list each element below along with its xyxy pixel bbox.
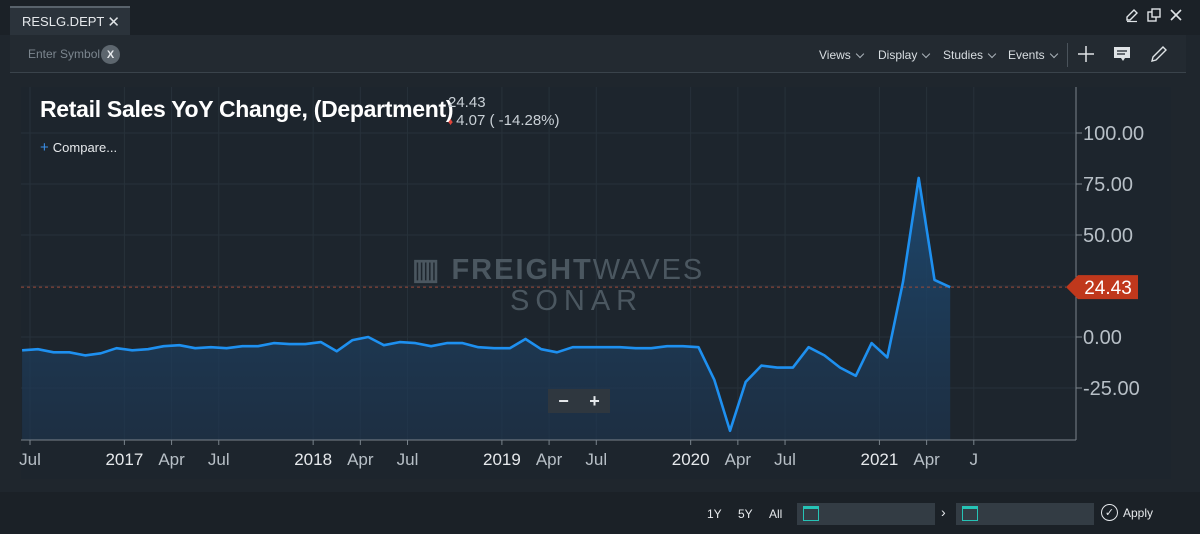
y-tick-label: 75.00: [1083, 174, 1133, 196]
compare-label: Compare...: [52, 140, 118, 155]
check-icon: ✓: [1101, 504, 1118, 521]
price-tag-value: 24.43: [1084, 278, 1132, 299]
x-tick-label: Jul: [208, 450, 230, 469]
x-tick-label: Apr: [158, 450, 185, 469]
x-tick-label: 2019: [483, 450, 521, 469]
series-area: [22, 177, 951, 440]
x-tick-label: 2021: [861, 450, 899, 469]
range-bar: 1Y 5Y All › ✓ Apply: [0, 492, 1200, 534]
compare-button[interactable]: + Compare...: [40, 139, 117, 156]
down-arrow-icon: ♦: [448, 117, 454, 128]
y-tick-label: -25.00: [1083, 378, 1140, 400]
x-tick-label: Jul: [774, 450, 796, 469]
calendar-icon: [803, 506, 819, 521]
chart-title: Retail Sales YoY Change, (Department): [40, 96, 454, 122]
calendar-icon: [962, 506, 978, 521]
y-tick-label: 50.00: [1083, 225, 1133, 247]
chevron-right-icon: ›: [941, 504, 946, 520]
range-all-button[interactable]: All: [769, 507, 782, 521]
start-date-field[interactable]: [797, 503, 935, 525]
x-tick-label: Apr: [913, 450, 940, 469]
range-5y-button[interactable]: 5Y: [738, 507, 753, 521]
x-tick-label: Jul: [397, 450, 419, 469]
change-text: 4.07 ( -14.28%): [456, 112, 560, 129]
x-tick-label: Apr: [725, 450, 752, 469]
last-value: 24.43: [448, 94, 486, 111]
x-axis-ticks: Jul 2017 Apr Jul 2018 Apr Jul 2019 Apr Jul 2020 Apr…: [19, 440, 978, 469]
x-tick-label: Apr: [347, 450, 374, 469]
zoom-controls: − +: [548, 389, 610, 413]
y-tick-label: 0.00: [1083, 327, 1122, 349]
price-tag: 24.43: [1066, 275, 1138, 300]
x-tick-label: Jul: [585, 450, 607, 469]
x-tick-label: 2018: [294, 450, 332, 469]
zoom-out-button[interactable]: −: [558, 391, 569, 412]
x-tick-label: Jul: [19, 450, 41, 469]
watermark-sonar: SONAR: [510, 285, 644, 317]
x-tick-label: 2020: [672, 450, 710, 469]
x-tick-label: Apr: [536, 450, 563, 469]
watermark-freightwaves: ▥ FREIGHTWAVES: [412, 252, 704, 287]
watermark-bars-icon: ▥: [412, 254, 452, 286]
apply-label: Apply: [1123, 505, 1154, 520]
x-tick-label: J: [970, 450, 979, 469]
y-tick-label: 100.00: [1083, 123, 1144, 145]
y-axis-ticks: 100.0075.0050.0025.000.00-25.00: [1076, 123, 1144, 400]
watermark-bold: FREIGHT: [451, 254, 593, 286]
zoom-in-button[interactable]: +: [589, 391, 600, 412]
range-1y-button[interactable]: 1Y: [707, 507, 722, 521]
end-date-field[interactable]: [956, 503, 1094, 525]
x-tick-label: 2017: [105, 450, 143, 469]
change-value: ♦ 4.07 ( -14.28%): [448, 112, 560, 129]
watermark-thin: WAVES: [592, 254, 705, 286]
apply-button[interactable]: ✓ Apply: [1101, 504, 1153, 521]
plus-icon: +: [40, 139, 49, 156]
